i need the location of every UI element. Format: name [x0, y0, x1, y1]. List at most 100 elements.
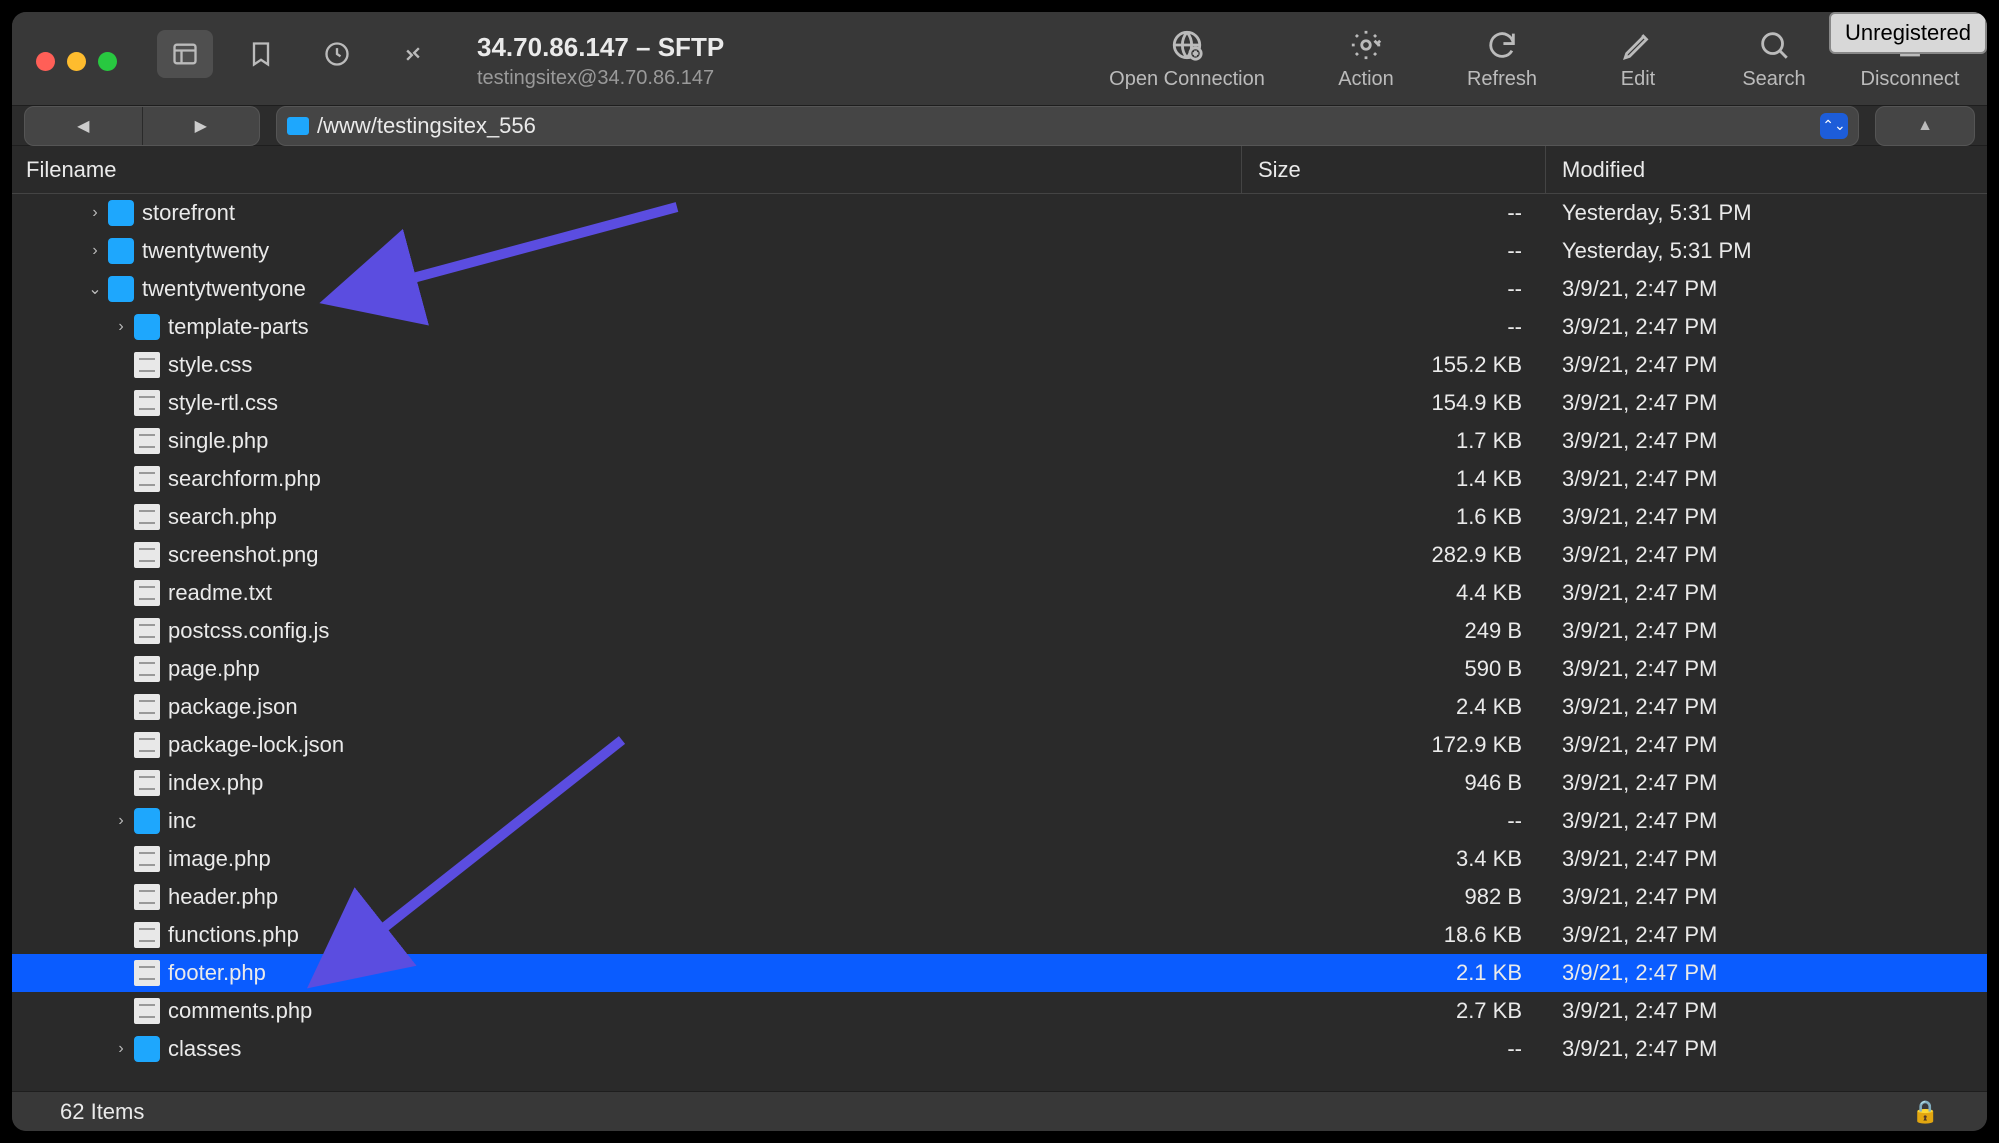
file-row[interactable]: index.php946 B3/9/21, 2:47 PM [12, 764, 1987, 802]
folder-row[interactable]: ›twentytwenty--Yesterday, 5:31 PM [12, 232, 1987, 270]
window: 34.70.86.147 – SFTP testingsitex@34.70.8… [12, 12, 1987, 1131]
file-size: 590 B [1242, 656, 1546, 682]
file-name: postcss.config.js [168, 618, 329, 644]
file-modified: 3/9/21, 2:47 PM [1546, 352, 1987, 378]
file-size: 249 B [1242, 618, 1546, 644]
folder-row[interactable]: ⌄twentytwentyone--3/9/21, 2:47 PM [12, 270, 1987, 308]
file-row[interactable]: image.php3.4 KB3/9/21, 2:47 PM [12, 840, 1987, 878]
file-size: -- [1242, 808, 1546, 834]
file-icon [134, 466, 160, 492]
file-row[interactable]: readme.txt4.4 KB3/9/21, 2:47 PM [12, 574, 1987, 612]
edit-button[interactable]: Edit [1591, 28, 1685, 91]
action-button[interactable]: Action [1319, 28, 1413, 91]
file-modified: 3/9/21, 2:47 PM [1546, 276, 1987, 302]
search-label: Search [1742, 68, 1805, 91]
column-modified[interactable]: Modified [1546, 157, 1987, 183]
disclosure-triangle[interactable]: › [108, 318, 134, 336]
search-button[interactable]: Search [1727, 28, 1821, 91]
file-row[interactable]: footer.php2.1 KB3/9/21, 2:47 PM [12, 954, 1987, 992]
file-modified: 3/9/21, 2:47 PM [1546, 960, 1987, 986]
refresh-label: Refresh [1467, 68, 1537, 91]
disclosure-triangle[interactable]: ⌄ [82, 279, 108, 299]
file-icon [134, 580, 160, 606]
file-size: 1.7 KB [1242, 428, 1546, 454]
edit-label: Edit [1621, 68, 1655, 91]
file-size: 2.4 KB [1242, 694, 1546, 720]
disclosure-triangle[interactable]: › [108, 1040, 134, 1058]
transfer-icon[interactable] [385, 30, 441, 78]
file-icon [134, 960, 160, 986]
refresh-button[interactable]: Refresh [1455, 28, 1549, 91]
file-size: 282.9 KB [1242, 542, 1546, 568]
file-name: style-rtl.css [168, 390, 278, 416]
file-row[interactable]: header.php982 B3/9/21, 2:47 PM [12, 878, 1987, 916]
browser-view-icon[interactable] [157, 30, 213, 78]
titlebar: 34.70.86.147 – SFTP testingsitex@34.70.8… [12, 12, 1987, 106]
file-name: twentytwenty [142, 238, 269, 264]
disconnect-label: Disconnect [1861, 68, 1960, 91]
file-size: 982 B [1242, 884, 1546, 910]
minimize-window-button[interactable] [67, 52, 86, 71]
nav-segment: ◀ ▶ [24, 106, 260, 146]
file-size: 172.9 KB [1242, 732, 1546, 758]
go-up-button[interactable]: ▲ [1875, 106, 1975, 146]
file-modified: 3/9/21, 2:47 PM [1546, 694, 1987, 720]
folder-row[interactable]: ›storefront--Yesterday, 5:31 PM [12, 194, 1987, 232]
file-row[interactable]: postcss.config.js 249 B3/9/21, 2:47 PM [12, 612, 1987, 650]
folder-icon [108, 238, 134, 264]
path-dropdown-icon[interactable]: ⌃⌄ [1820, 113, 1848, 139]
file-modified: 3/9/21, 2:47 PM [1546, 846, 1987, 872]
file-modified: 3/9/21, 2:47 PM [1546, 998, 1987, 1024]
folder-row[interactable]: ›classes--3/9/21, 2:47 PM [12, 1030, 1987, 1068]
open-connection-button[interactable]: Open Connection [1097, 28, 1277, 91]
file-size: 4.4 KB [1242, 580, 1546, 606]
file-row[interactable]: functions.php18.6 KB3/9/21, 2:47 PM [12, 916, 1987, 954]
file-name: footer.php [168, 960, 266, 986]
file-row[interactable]: page.php590 B3/9/21, 2:47 PM [12, 650, 1987, 688]
disclosure-triangle[interactable]: › [82, 242, 108, 260]
file-modified: Yesterday, 5:31 PM [1546, 200, 1987, 226]
path-text: /www/testingsitex_556 [317, 113, 536, 139]
close-window-button[interactable] [36, 52, 55, 71]
file-row[interactable]: package.json2.4 KB3/9/21, 2:47 PM [12, 688, 1987, 726]
disclosure-triangle[interactable]: › [82, 204, 108, 222]
path-field[interactable]: /www/testingsitex_556 ⌃⌄ [276, 106, 1859, 146]
nav-forward-button[interactable]: ▶ [143, 107, 260, 145]
disclosure-triangle[interactable]: › [108, 812, 134, 830]
file-icon [134, 504, 160, 530]
file-size: 1.6 KB [1242, 504, 1546, 530]
history-icon[interactable] [309, 30, 365, 78]
nav-back-button[interactable]: ◀ [25, 107, 143, 145]
file-name: template-parts [168, 314, 309, 340]
window-title: 34.70.86.147 – SFTP [477, 32, 724, 63]
file-row[interactable]: package-lock.json 172.9 KB3/9/21, 2:47 PM [12, 726, 1987, 764]
bookmarks-icon[interactable] [233, 30, 289, 78]
file-row[interactable]: screenshot.png282.9 KB3/9/21, 2:47 PM [12, 536, 1987, 574]
lock-icon: 🔒 [1912, 1099, 1939, 1125]
file-row[interactable]: style.css155.2 KB3/9/21, 2:47 PM [12, 346, 1987, 384]
file-name: page.php [168, 656, 260, 682]
file-row[interactable]: style-rtl.css154.9 KB3/9/21, 2:47 PM [12, 384, 1987, 422]
file-name: package-lock.json [168, 732, 344, 758]
column-size[interactable]: Size [1242, 146, 1546, 193]
file-modified: 3/9/21, 2:47 PM [1546, 732, 1987, 758]
file-icon [134, 732, 160, 758]
file-row[interactable]: searchform.php1.4 KB3/9/21, 2:47 PM [12, 460, 1987, 498]
file-modified: 3/9/21, 2:47 PM [1546, 618, 1987, 644]
open-connection-label: Open Connection [1109, 68, 1265, 91]
zoom-window-button[interactable] [98, 52, 117, 71]
file-icon [134, 542, 160, 568]
folder-row[interactable]: ›template-parts--3/9/21, 2:47 PM [12, 308, 1987, 346]
file-modified: 3/9/21, 2:47 PM [1546, 504, 1987, 530]
file-pane[interactable]: › storefront -- Yesterday, 5:31 PM › twentytw… [12, 194, 1987, 1091]
column-filename[interactable]: Filename [12, 146, 1242, 193]
file-row[interactable]: comments.php2.7 KB3/9/21, 2:47 PM [12, 992, 1987, 1030]
folder-row[interactable]: ›inc--3/9/21, 2:47 PM [12, 802, 1987, 840]
file-name: storefront [142, 200, 235, 226]
file-row[interactable]: search.php1.6 KB3/9/21, 2:47 PM [12, 498, 1987, 536]
file-modified: 3/9/21, 2:47 PM [1546, 808, 1987, 834]
folder-icon [134, 1036, 160, 1062]
file-row[interactable]: single.php1.7 KB3/9/21, 2:47 PM [12, 422, 1987, 460]
file-size: 3.4 KB [1242, 846, 1546, 872]
file-size: 1.4 KB [1242, 466, 1546, 492]
